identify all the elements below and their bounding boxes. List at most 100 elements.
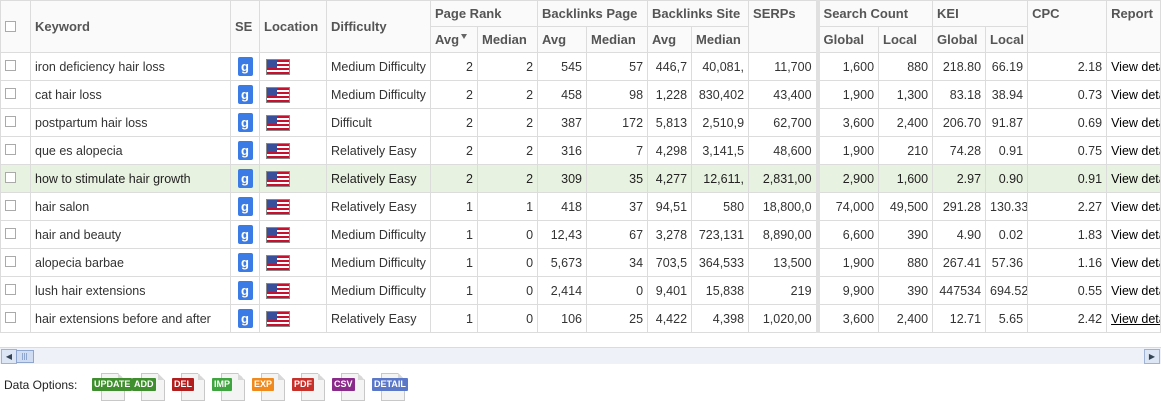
report-cell[interactable]: View details xyxy=(1106,52,1161,81)
row-select-cell[interactable] xyxy=(0,192,31,221)
backlinks-page-avg-cell: 309 xyxy=(537,164,588,193)
col-location[interactable]: Location xyxy=(259,0,327,53)
table-row[interactable]: iron deficiency hair loss g Medium Diffi… xyxy=(0,52,1161,81)
table-row[interactable]: hair extensions before and after g Relat… xyxy=(0,304,1161,333)
row-checkbox[interactable] xyxy=(5,199,16,211)
col-kei-local[interactable]: Local xyxy=(985,26,1029,53)
col-cpc[interactable]: CPC xyxy=(1027,0,1108,53)
backlinks-site-avg-cell: 4,277 xyxy=(647,164,693,193)
select-all-header[interactable] xyxy=(0,0,31,53)
cpc-cell: 2.42 xyxy=(1027,304,1108,333)
update-button[interactable]: UPDATE xyxy=(92,373,133,401)
report-cell[interactable]: View details xyxy=(1106,192,1161,221)
report-cell[interactable]: View details xyxy=(1106,80,1161,109)
search-count-local-cell: 210 xyxy=(878,136,934,165)
backlinks-page-avg-cell: 387 xyxy=(537,108,588,137)
horizontal-scrollbar[interactable]: ◀ ▶ xyxy=(0,347,1161,365)
sort-desc-icon xyxy=(461,34,468,39)
row-select-cell[interactable] xyxy=(0,220,31,249)
table-row[interactable]: how to stimulate hair growth g Relativel… xyxy=(0,164,1161,193)
row-select-cell[interactable] xyxy=(0,52,31,81)
se-cell: g xyxy=(230,108,260,137)
del-button[interactable]: DEL xyxy=(172,373,205,401)
col-kei-global[interactable]: Global xyxy=(932,26,987,53)
table-row[interactable]: hair salon g Relatively Easy 1 1 418 37 … xyxy=(0,192,1161,221)
backlinks-page-median-cell: 37 xyxy=(586,192,649,221)
col-se[interactable]: SE xyxy=(230,0,260,53)
keyword-cell: hair salon xyxy=(30,192,231,221)
serps-cell: 13,500 xyxy=(748,248,819,277)
col-search-count-local[interactable]: Local xyxy=(878,26,934,53)
exp-button[interactable]: EXP xyxy=(252,373,285,401)
col-difficulty[interactable]: Difficulty xyxy=(326,0,431,53)
row-checkbox[interactable] xyxy=(5,59,16,71)
row-select-cell[interactable] xyxy=(0,276,31,305)
page-rank-avg-cell: 2 xyxy=(430,52,478,81)
table-row[interactable]: alopecia barbae g Medium Difficulty 1 0 … xyxy=(0,248,1161,277)
row-select-cell[interactable] xyxy=(0,80,31,109)
row-checkbox[interactable] xyxy=(5,171,16,183)
row-select-cell[interactable] xyxy=(0,136,31,165)
view-details-link[interactable]: View details xyxy=(1111,172,1159,186)
backlinks-page-median-cell: 7 xyxy=(586,136,649,165)
col-backlinks-site-median[interactable]: Median xyxy=(691,26,750,53)
col-backlinks-page-median[interactable]: Median xyxy=(586,26,649,53)
row-checkbox[interactable] xyxy=(5,87,16,99)
table-row[interactable]: que es alopecia g Relatively Easy 2 2 31… xyxy=(0,136,1161,165)
row-checkbox[interactable] xyxy=(5,227,16,239)
view-details-link[interactable]: View details xyxy=(1111,144,1159,158)
page-rank-avg-cell: 1 xyxy=(430,276,478,305)
report-cell[interactable]: View details xyxy=(1106,108,1161,137)
backlinks-page-median-cell: 0 xyxy=(586,276,649,305)
view-details-link[interactable]: View details xyxy=(1111,228,1159,242)
row-select-cell[interactable] xyxy=(0,164,31,193)
imp-button[interactable]: IMP xyxy=(212,373,245,401)
row-select-cell[interactable] xyxy=(0,304,31,333)
page-rank-median-cell: 0 xyxy=(476,248,539,277)
pdf-button[interactable]: PDF xyxy=(292,373,325,401)
report-cell[interactable]: View details xyxy=(1106,248,1161,277)
table-row[interactable]: hair and beauty g Medium Difficulty 1 0 … xyxy=(0,220,1161,249)
view-details-link[interactable]: View details xyxy=(1111,60,1159,74)
col-serps[interactable]: SERPs xyxy=(748,0,819,53)
report-cell[interactable]: View details xyxy=(1106,304,1161,333)
csv-button[interactable]: CSV xyxy=(332,373,365,401)
row-checkbox[interactable] xyxy=(5,115,16,127)
table-row[interactable]: lush hair extensions g Medium Difficulty… xyxy=(0,276,1161,305)
row-checkbox[interactable] xyxy=(5,283,16,295)
scroll-right-icon[interactable]: ▶ xyxy=(1144,349,1160,364)
row-checkbox[interactable] xyxy=(5,311,16,323)
report-cell[interactable]: View details xyxy=(1106,136,1161,165)
view-details-link[interactable]: View details xyxy=(1111,116,1159,130)
report-cell[interactable]: View details xyxy=(1106,276,1161,305)
select-all-checkbox[interactable] xyxy=(5,20,16,32)
page-rank-median-cell: 2 xyxy=(476,80,539,109)
col-backlinks-site-avg[interactable]: Avg xyxy=(647,26,693,53)
add-button[interactable]: ADD xyxy=(132,373,165,401)
view-details-link[interactable]: View details xyxy=(1111,200,1159,214)
difficulty-cell: Relatively Easy xyxy=(326,164,431,193)
row-checkbox[interactable] xyxy=(5,255,16,267)
col-page-rank-avg[interactable]: Avg xyxy=(430,26,478,53)
detail-button[interactable]: DETAIL xyxy=(372,373,408,401)
view-details-link[interactable]: View details xyxy=(1111,88,1159,102)
row-checkbox[interactable] xyxy=(5,143,16,155)
view-details-link[interactable]: View details xyxy=(1111,312,1159,326)
report-cell[interactable]: View details xyxy=(1106,220,1161,249)
table-row[interactable]: cat hair loss g Medium Difficulty 2 2 45… xyxy=(0,80,1161,109)
col-search-count-global[interactable]: Global xyxy=(815,26,880,53)
row-select-cell[interactable] xyxy=(0,248,31,277)
col-backlinks-page-avg[interactable]: Avg xyxy=(537,26,588,53)
col-page-rank-median[interactable]: Median xyxy=(476,26,539,53)
report-cell[interactable]: View details xyxy=(1106,164,1161,193)
table-row[interactable]: postpartum hair loss g Difficult 2 2 387… xyxy=(0,108,1161,137)
scroll-left-icon[interactable]: ◀ xyxy=(1,349,17,364)
view-details-link[interactable]: View details xyxy=(1111,284,1159,298)
row-select-cell[interactable] xyxy=(0,108,31,137)
search-count-global-cell: 1,900 xyxy=(815,248,880,277)
us-flag-icon xyxy=(266,254,290,271)
backlinks-site-median-cell: 15,838 xyxy=(691,276,750,305)
col-keyword[interactable]: Keyword xyxy=(30,0,231,53)
view-details-link[interactable]: View details xyxy=(1111,256,1159,270)
scrollbar-thumb[interactable] xyxy=(16,350,34,363)
